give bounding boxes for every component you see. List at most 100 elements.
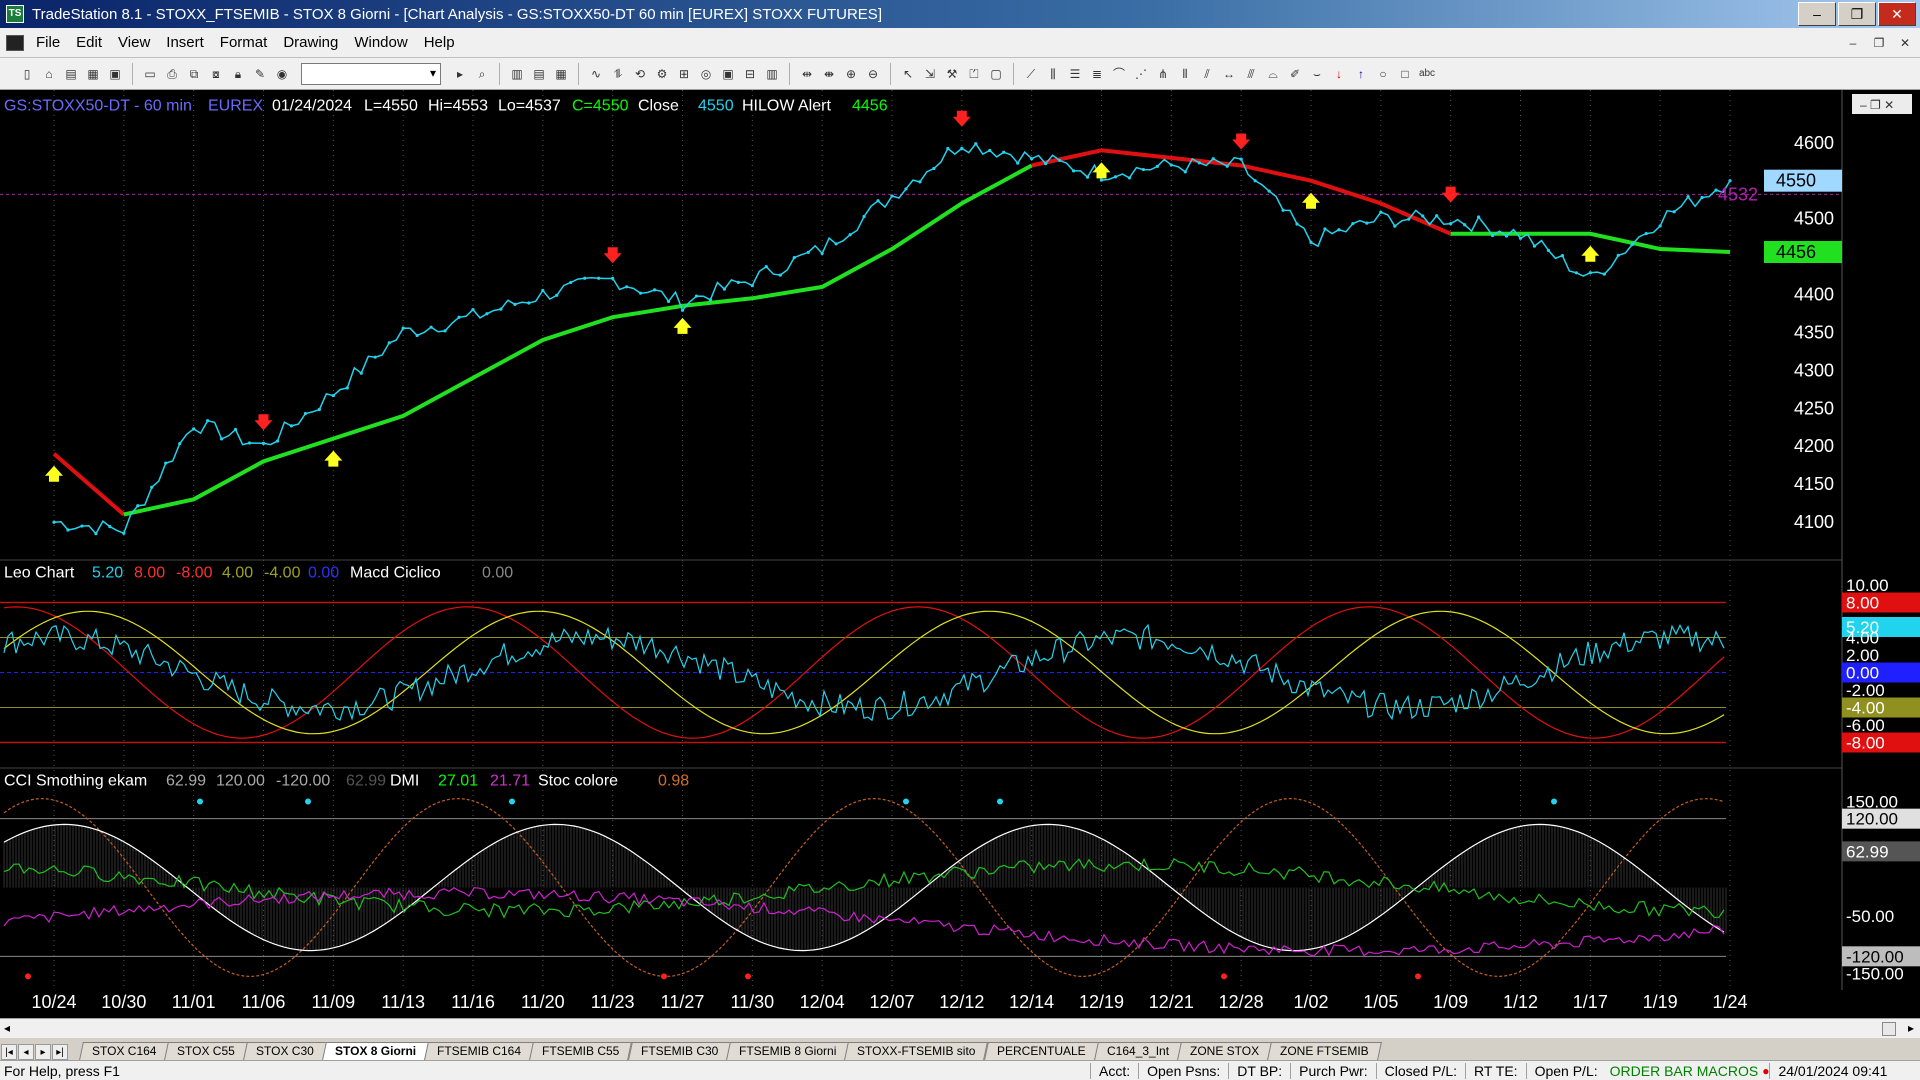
horizontal-scrollbar[interactable]: ◂ ▸ — [0, 1018, 1920, 1038]
menu-edit[interactable]: Edit — [68, 34, 110, 51]
menu-format[interactable]: Format — [212, 34, 276, 51]
maximize-button[interactable]: ❐ — [1838, 2, 1876, 26]
tab-first-icon[interactable]: |◂ — [1, 1044, 17, 1060]
alert-icon[interactable]: ⏍ — [965, 65, 983, 83]
zoom-bars-icon[interactable]: ⇼ — [820, 65, 838, 83]
insert-indicator-icon[interactable]: ∿ — [587, 65, 605, 83]
menu-view[interactable]: View — [110, 34, 158, 51]
close-button[interactable]: ✕ — [1878, 2, 1916, 26]
tools-icon[interactable]: ⚒ — [943, 65, 961, 83]
price-point — [764, 265, 768, 269]
format-icon[interactable]: ✎ — [251, 65, 269, 83]
macro-icon[interactable]: ◉ — [273, 65, 291, 83]
workspace-tab[interactable]: PERCENTUALE — [983, 1042, 1099, 1060]
zoom-in-icon[interactable]: ⊕ — [842, 65, 860, 83]
horizontal-line-icon[interactable]: ↔ — [1220, 65, 1238, 83]
price-point — [1323, 227, 1327, 231]
news-icon[interactable]: ▣ — [719, 65, 737, 83]
andrews-pitchfork-icon[interactable]: ⋔ — [1154, 65, 1172, 83]
open-icon[interactable]: ⌂ — [40, 65, 58, 83]
horizontal-lines-icon[interactable]: ☰ — [1066, 65, 1084, 83]
menu-file[interactable]: File — [28, 34, 68, 51]
format-symbol-icon[interactable]: ⚙ — [653, 65, 671, 83]
scanner-icon[interactable]: ▥ — [763, 65, 781, 83]
workspace-tab[interactable]: FTSEMIB C164 — [424, 1042, 535, 1060]
grid-icon[interactable]: ▦ — [552, 65, 570, 83]
chart-window-icon[interactable] — [6, 34, 24, 51]
chart-trade-icon[interactable]: ⇲ — [921, 65, 939, 83]
new-workspace-icon[interactable]: ▤ — [62, 65, 80, 83]
pane-minimize-icon[interactable]: – ❐ ✕ — [1860, 98, 1894, 112]
workspace-tab[interactable]: FTSEMIB 8 Giorni — [726, 1042, 850, 1060]
chart-area[interactable]: – ❐ ✕ GS:STOXX50-DT - 60 min EUREX 01/24… — [0, 90, 1920, 1018]
print-icon[interactable]: ⎙ — [163, 65, 181, 83]
symbol-lookup-icon[interactable]: ⌕ — [473, 65, 491, 83]
dmi-value-2: 21.71 — [490, 772, 530, 789]
curve-icon[interactable]: ⌣ — [1308, 65, 1326, 83]
workspace-tab[interactable]: STOXX-FTSEMIB sito — [844, 1042, 989, 1060]
menu-window[interactable]: Window — [346, 34, 415, 51]
arrow-right-icon[interactable]: ▸ — [451, 65, 469, 83]
workspace-tab[interactable]: STOX C30 — [243, 1042, 328, 1060]
regression-icon[interactable]: ⋰ — [1132, 65, 1150, 83]
pointer-icon[interactable]: ↖ — [899, 65, 917, 83]
mdi-minimize-button[interactable]: – — [1842, 33, 1864, 53]
symbol-select[interactable] — [301, 62, 441, 85]
zoom-fit-icon[interactable]: ⇹ — [798, 65, 816, 83]
arrow-up-icon[interactable]: ↑ — [1352, 65, 1370, 83]
price-point — [1155, 164, 1159, 168]
workspace-tab[interactable]: FTSEMIB C30 — [627, 1042, 731, 1060]
copy-icon[interactable]: ⧉ — [185, 65, 203, 83]
new-icon[interactable]: ▯ — [18, 65, 36, 83]
sub2-axis-tick: -120.00 — [1846, 947, 1904, 966]
minimize-button[interactable]: – — [1798, 2, 1836, 26]
insert-study-icon[interactable]: ⥮ — [609, 65, 627, 83]
zoom-out-icon[interactable]: ⊖ — [864, 65, 882, 83]
order-bar-macros[interactable]: ORDER BAR MACROS — [1606, 1063, 1763, 1079]
insert-strategy-icon[interactable]: ⟲ — [631, 65, 649, 83]
print-preview-icon[interactable]: ▭ — [141, 65, 159, 83]
chart-style-icon[interactable]: ▥ — [508, 65, 526, 83]
arrow-down-icon[interactable]: ↓ — [1330, 65, 1348, 83]
workspace-tab[interactable]: STOX C55 — [164, 1042, 249, 1060]
tab-last-icon[interactable]: ▸| — [52, 1044, 68, 1060]
data-window-icon[interactable]: ⊞ — [675, 65, 693, 83]
paste-icon[interactable]: ⧇ — [207, 65, 225, 83]
chart-canvas[interactable]: – ❐ ✕ GS:STOXX50-DT - 60 min EUREX 01/24… — [0, 90, 1920, 1018]
workspace-tab[interactable]: STOX 8 Giorni — [322, 1042, 430, 1060]
scroll-thumb[interactable] — [1882, 1022, 1896, 1036]
bar-chart-icon[interactable]: ▤ — [530, 65, 548, 83]
workspace-tab[interactable]: C164_3_Int — [1093, 1042, 1182, 1060]
freehand-icon[interactable]: ✐ — [1286, 65, 1304, 83]
workspace-tab[interactable]: ZONE STOX — [1176, 1042, 1272, 1060]
rectangle-icon[interactable]: □ — [1396, 65, 1414, 83]
scroll-left-icon[interactable]: ◂ — [4, 1021, 10, 1035]
tab-next-icon[interactable]: ▸ — [35, 1044, 51, 1060]
scroll-right-icon[interactable]: ▸ — [1908, 1021, 1914, 1035]
save-all-icon[interactable]: ▣ — [106, 65, 124, 83]
text-icon[interactable]: abc — [1418, 65, 1436, 83]
radar-icon[interactable]: ◎ — [697, 65, 715, 83]
mdi-close-button[interactable]: ✕ — [1894, 33, 1916, 53]
arc-icon[interactable]: ⌓ — [1264, 65, 1282, 83]
channel-icon[interactable]: ⫽ — [1198, 65, 1216, 83]
parallel-icon[interactable]: ⫻ — [1242, 65, 1260, 83]
tab-prev-icon[interactable]: ◂ — [18, 1044, 34, 1060]
trendline-icon[interactable]: ⟋ — [1022, 65, 1040, 83]
save-icon[interactable]: ▦ — [84, 65, 102, 83]
workspace-tab[interactable]: FTSEMIB C55 — [529, 1042, 633, 1060]
menu-insert[interactable]: Insert — [158, 34, 212, 51]
vertical-lines-icon[interactable]: ⫴ — [1176, 65, 1194, 83]
speed-lines-icon[interactable]: ⌒ — [1110, 65, 1128, 83]
menu-help[interactable]: Help — [416, 34, 463, 51]
menu-drawing[interactable]: Drawing — [275, 34, 346, 51]
gann-fan-icon[interactable]: ⫼ — [1044, 65, 1062, 83]
workspace-icon[interactable]: ▢ — [987, 65, 1005, 83]
fib-retracement-icon[interactable]: ≣ — [1088, 65, 1106, 83]
matrix-icon[interactable]: ⊟ — [741, 65, 759, 83]
lock-icon[interactable]: 🔒︎ — [229, 65, 247, 83]
workspace-tab[interactable]: ZONE FTSEMIB — [1266, 1042, 1382, 1060]
workspace-tab[interactable]: STOX C164 — [79, 1042, 170, 1060]
ellipse-icon[interactable]: ○ — [1374, 65, 1392, 83]
mdi-restore-button[interactable]: ❐ — [1868, 33, 1890, 53]
